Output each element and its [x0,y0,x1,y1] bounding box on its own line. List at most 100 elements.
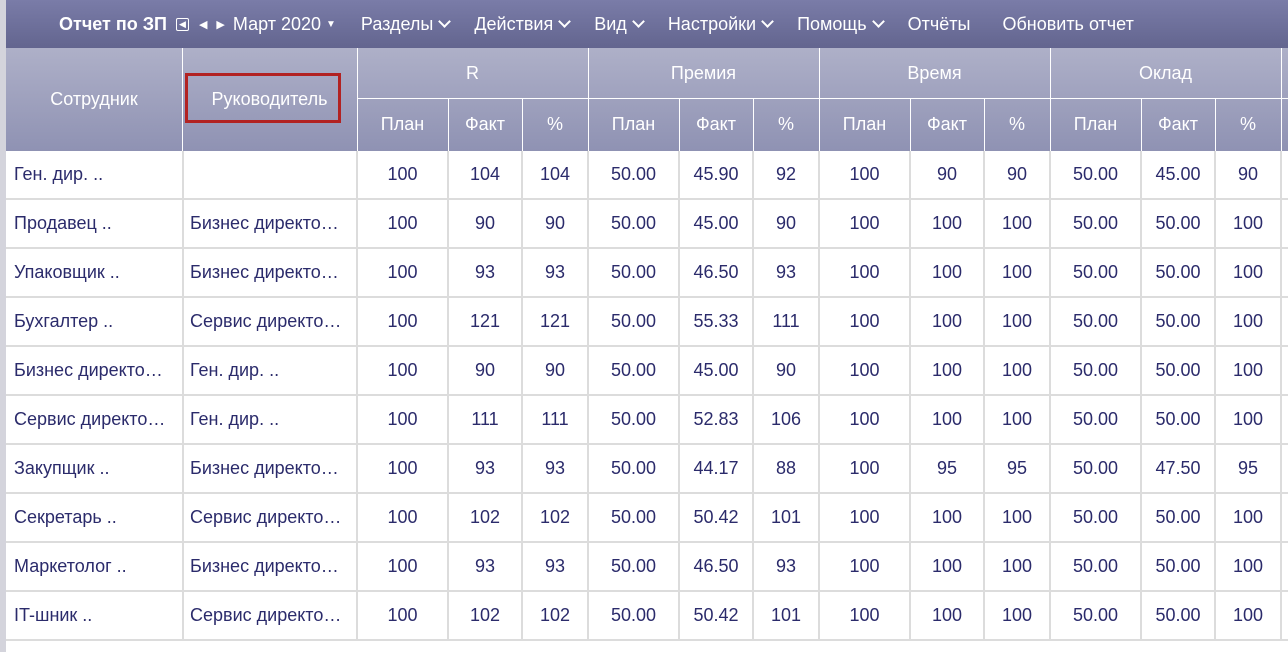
table-row[interactable]: Маркетолог .. Бизнес директо… 100 93 93 50.00… [6,543,1288,592]
table-row[interactable]: IT-шник .. Сервис директо… 100 102 102 50.00 5… [6,592,1288,641]
cell-r-percent: 90 [544,360,566,380]
cell-salary-percent: 95 [1237,458,1259,478]
column-header-plan[interactable]: План [357,98,448,151]
prev-period-icon[interactable]: ◀ [199,18,207,31]
menu-view[interactable]: Вид [594,14,645,35]
cell-manager [182,151,357,198]
column-header-fact[interactable]: Факт [910,98,984,151]
column-divider [1140,151,1142,641]
cell-salary-plan: 50.00 [1072,360,1119,380]
menu-help[interactable]: Помощь [797,14,885,35]
column-header-percent[interactable]: % [1215,98,1281,151]
group-header-salary: Оклад [1138,62,1193,83]
column-header-percent[interactable]: % [984,98,1050,151]
cell-salary-plan: 50.00 [1072,507,1119,527]
cell-r-percent: 102 [539,507,571,527]
menu-label: Отчёты [907,13,971,34]
cell-bonus-fact: 44.17 [693,458,739,478]
column-divider [182,151,184,641]
group-header-bonus: Премия [670,62,737,83]
cell-time-fact: 100 [931,262,963,282]
caret-down-icon: ▼ [326,18,336,30]
cell-r-fact: 93 [474,458,496,478]
column-header-plan[interactable]: План [588,98,679,151]
column-header-fact[interactable]: Факт [679,98,753,151]
cell-r-plan: 100 [387,605,418,625]
menu-actions[interactable]: Действия [474,14,572,35]
table-row[interactable]: Закупщик .. Бизнес директо… 100 93 93 50.00 44… [6,445,1288,494]
column-divider [447,151,449,641]
cell-bonus-percent: 88 [775,458,797,478]
period-selector[interactable]: Март 2020 ▼ [233,14,336,35]
cell-r-plan: 100 [387,507,418,527]
table-row[interactable]: Упаковщик .. Бизнес директо… 100 93 93 50.00 4… [6,249,1288,298]
column-header-plan[interactable]: План [1050,98,1141,151]
cell-bonus-plan: 50.00 [610,311,657,331]
cell-manager: Сервис директо… [190,605,342,625]
cell-salary-fact: 50.00 [1155,360,1201,380]
cell-bonus-percent: 92 [775,164,797,184]
cell-r-plan: 100 [387,164,418,184]
cell-r-plan: 100 [387,556,418,576]
cell-salary-fact: 50.00 [1155,507,1201,527]
column-header-plan[interactable]: План [819,98,910,151]
table-row[interactable]: Секретарь .. Сервис директо… 100 102 102 50.0… [6,494,1288,543]
cell-bonus-percent: 93 [775,262,797,282]
cell-r-plan: 100 [387,458,418,478]
column-header-percent[interactable]: % [522,98,588,151]
refresh-report-button[interactable]: Обновить отчет [1002,14,1133,35]
column-header-fact[interactable]: Факт [1141,98,1215,151]
period-label: Март 2020 [232,13,322,34]
cell-time-plan: 100 [849,262,880,282]
cell-r-percent: 93 [544,458,566,478]
menu-sections[interactable]: Разделы [361,14,452,35]
menu-reports[interactable]: Отчёты [908,14,971,35]
header-divider [588,48,589,151]
cell-salary-percent: 100 [1232,213,1264,233]
cell-r-plan: 100 [387,311,418,331]
cell-r-plan: 100 [387,409,418,429]
chevron-down-icon [631,14,645,28]
menu-settings[interactable]: Настройки [668,14,774,35]
header-divider [357,98,1288,99]
column-header-employee[interactable]: Сотрудник [6,48,182,151]
cell-salary-fact: 47.50 [1155,458,1201,478]
cell-time-percent: 100 [1001,507,1033,527]
cell-time-plan: 100 [849,409,880,429]
cell-r-fact: 121 [469,311,501,331]
cell-time-percent: 100 [1001,311,1033,331]
cell-employee: Бизнес директо… [14,360,163,380]
group-header-time: Время [907,62,962,83]
cell-bonus-percent: 90 [775,360,797,380]
cell-bonus-plan: 50.00 [610,507,657,527]
chevron-down-icon [761,14,774,28]
header-divider [522,98,523,151]
next-period-icon[interactable]: ▶ [216,18,224,31]
column-divider [356,151,358,641]
table-row[interactable]: Бизнес директо… Ген. дир. .. 100 90 90 50.00 4… [6,347,1288,396]
cell-r-percent: 90 [544,213,566,233]
column-header-fact[interactable]: Факт [448,98,522,151]
cell-salary-plan: 50.00 [1072,262,1119,282]
cell-salary-fact: 50.00 [1155,311,1201,331]
cell-bonus-fact: 45.90 [693,164,739,184]
cell-bonus-plan: 50.00 [610,360,657,380]
cell-employee: IT-шник .. [14,605,93,625]
cell-time-fact: 100 [931,360,963,380]
cell-bonus-plan: 50.00 [610,213,657,233]
cell-employee: Упаковщик .. [14,262,120,282]
column-divider [1280,151,1282,641]
table-row[interactable]: Бухгалтер .. Сервис директо… 100 121 121 50.0… [6,298,1288,347]
table-row[interactable]: Сервис директо… Ген. дир. .. 100 111 111 50.0… [6,396,1288,445]
cell-employee: Сервис директо… [14,409,166,429]
report-title: Отчет по ЗП [59,13,167,34]
table-row[interactable]: Ген. дир. .. 100 104 104 50.00 45.90 92 100 90 90… [6,151,1288,200]
cell-salary-fact: 50.00 [1155,262,1201,282]
column-header-percent[interactable]: % [753,98,819,151]
cell-bonus-percent: 106 [770,409,802,429]
collapse-icon[interactable]: ◀ [175,17,189,31]
cell-manager: Бизнес директо… [190,213,339,233]
table-row[interactable]: Продавец .. Бизнес директо… 100 90 90 50.00 45… [6,200,1288,249]
cell-salary-fact: 50.00 [1155,409,1201,429]
cell-bonus-plan: 50.00 [610,409,657,429]
